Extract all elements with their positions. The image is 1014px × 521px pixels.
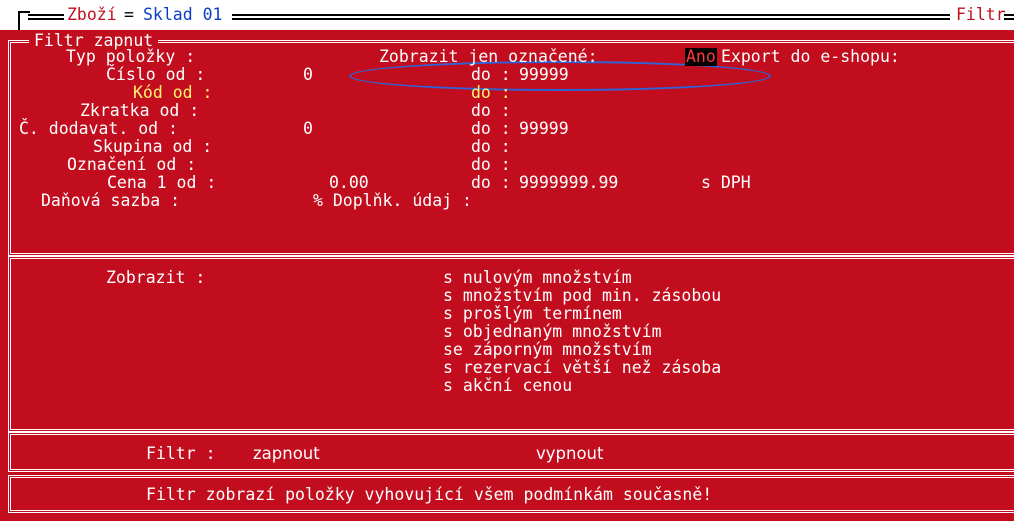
abbr-to-label: do : (471, 101, 511, 120)
show-option-reservation[interactable]: s rezervací větší než zásoba (443, 359, 721, 377)
price-to-label: do : (471, 173, 511, 192)
price-from-field[interactable]: 0.00 (329, 174, 369, 192)
marking-to-label: do : (471, 155, 511, 174)
number-from-field[interactable]: 0 (303, 66, 313, 84)
filter-title: Filtr (956, 5, 1006, 24)
field-label-vat-rate: Daňová sazba : (41, 191, 181, 210)
title-bar: Zboží = Sklad 01 Filtr (0, 0, 1014, 36)
show-marked-label: Zobrazit jen označené: (379, 47, 598, 66)
show-option-ordered[interactable]: s objednaným množstvím (443, 323, 662, 341)
group-to-label: do : (471, 137, 511, 156)
show-options-panel: Zobrazit : s nulovým množstvím s množstv… (8, 256, 1014, 432)
number-to-field[interactable]: 99999 (519, 66, 569, 84)
price-to-field[interactable]: 9999999.99 (519, 174, 618, 192)
show-option-expired[interactable]: s prošlým termínem (443, 305, 622, 323)
show-option-zero-qty[interactable]: s nulovým množstvím (443, 269, 632, 287)
field-label-code: Kód od : (133, 83, 213, 102)
title-line-left (28, 14, 64, 20)
show-marked-value[interactable]: Ano (685, 48, 717, 66)
supplier-to-label: do : (471, 119, 511, 138)
show-option-negative[interactable]: se záporným množstvím (443, 341, 652, 359)
export-label: Export do e-shopu: (721, 47, 900, 66)
field-label-abbr: Zkratka od : (80, 101, 200, 120)
show-label: Zobrazit : (106, 268, 206, 287)
filter-criteria-panel: Filtr zapnut Typ položky : Zobrazit jen … (8, 32, 1014, 256)
filter-window: Filtr zapnut Typ položky : Zobrazit jen … (0, 30, 1014, 521)
warehouse-title: Sklad 01 (143, 5, 223, 24)
code-to-label: do : (471, 83, 511, 102)
price-vat-suffix: s DPH (701, 173, 751, 192)
filter-toggle-label: Filtr : (146, 444, 216, 463)
title-separator: = (124, 5, 134, 24)
field-label-number: Číslo od : (106, 65, 206, 84)
title-line-end (1004, 14, 1014, 20)
filter-off-button[interactable]: vypnout (536, 445, 603, 463)
supplier-from-field[interactable]: 0 (303, 120, 313, 138)
show-option-below-min[interactable]: s množstvím pod min. zásobou (443, 287, 721, 305)
title-line-right (232, 14, 950, 20)
field-label-group: Skupina od : (93, 137, 213, 156)
field-label-marking: Označení od : (67, 155, 197, 174)
filter-note-panel: Filtr zobrazí položky vyhovující všem po… (8, 475, 1014, 513)
field-label-price: Cena 1 od : (107, 173, 217, 192)
supplier-to-field[interactable]: 99999 (519, 120, 569, 138)
app-title: Zboží (67, 5, 117, 24)
field-label-type: Typ položky : (66, 47, 196, 66)
extra-data-label: % Doplňk. údaj : (313, 191, 472, 210)
field-label-supplier: Č. dodavat. od : (19, 119, 178, 138)
filter-note: Filtr zobrazí položky vyhovující všem po… (146, 485, 713, 504)
filter-toggle-panel: Filtr : zapnout vypnout (8, 432, 1014, 472)
filter-on-button[interactable]: zapnout (253, 445, 320, 463)
number-to-label: do : (471, 65, 511, 84)
show-option-promo-price[interactable]: s akční cenou (443, 377, 572, 395)
